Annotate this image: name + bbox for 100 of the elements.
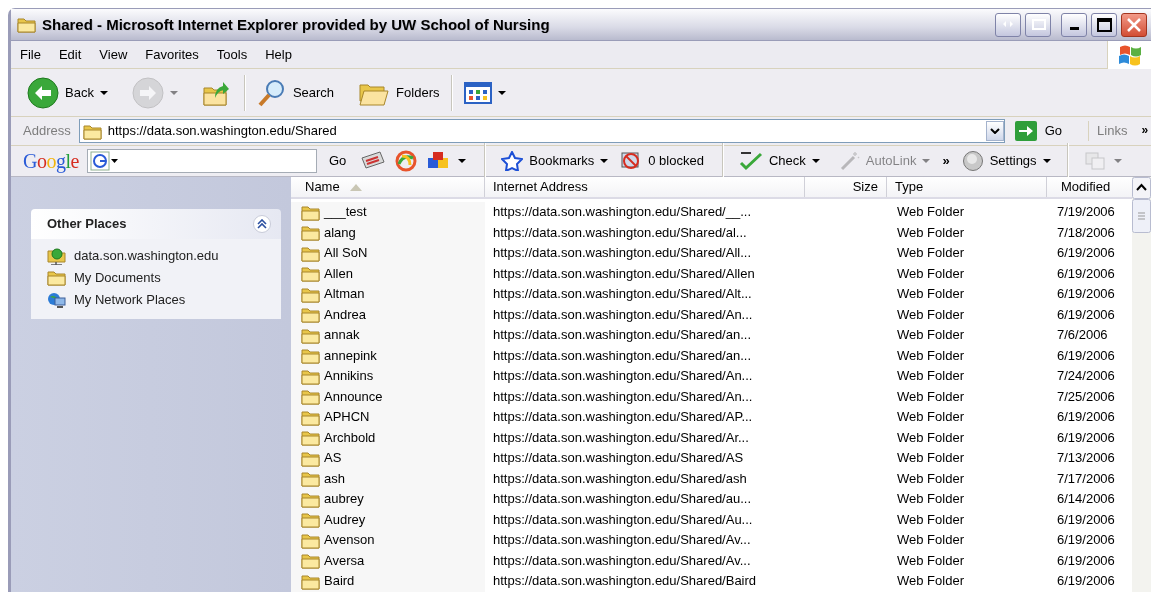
type-cell: Web Folder: [897, 511, 964, 528]
layout-button[interactable]: [1025, 12, 1051, 37]
file-name[interactable]: ash: [324, 470, 345, 487]
place-link[interactable]: My Documents: [47, 269, 271, 287]
caret-icon: [1042, 159, 1051, 163]
folder-icon: [301, 511, 320, 529]
address-cell: https://data.son.washington.edu/Shared/An...: [493, 306, 753, 323]
file-name[interactable]: Allen: [324, 265, 353, 282]
radio-circle-icon: [961, 150, 984, 172]
folder-icon: [301, 470, 320, 488]
column-header[interactable]: Size: [805, 177, 887, 197]
address-cell: https://data.son.washington.edu/Shared/Av...: [493, 552, 751, 569]
chevron-up-icon: [257, 219, 267, 229]
menu-item[interactable]: View: [90, 46, 137, 63]
search-field[interactable]: [86, 149, 317, 173]
folder-icon: [301, 203, 320, 221]
date-cell: 6/19/2006: [1057, 265, 1115, 282]
menu-item[interactable]: Edit: [49, 46, 91, 63]
date-cell: 7/6/2006: [1057, 327, 1108, 344]
swirl-icon: [394, 150, 419, 172]
layout-button[interactable]: [995, 12, 1021, 37]
maximize-button[interactable]: [1091, 12, 1117, 37]
file-name[interactable]: alang: [324, 224, 356, 241]
address-cell: https://data.son.washington.edu/Shared/al...: [493, 224, 747, 241]
menu-item[interactable]: Favorites: [136, 46, 208, 63]
column-header[interactable]: Modified: [1047, 177, 1127, 197]
type-cell: Web Folder: [897, 286, 964, 303]
minimize-button[interactable]: [1061, 12, 1087, 37]
file-name[interactable]: Altman: [324, 286, 365, 303]
date-cell: 6/19/2006: [1057, 347, 1115, 364]
folder-icon: [301, 531, 320, 549]
place-link[interactable]: My Network Places: [47, 291, 271, 309]
folder-icon: [301, 244, 320, 262]
file-name[interactable]: Baird: [324, 573, 355, 590]
bookmarks-button[interactable]: Bookmarks: [497, 149, 613, 173]
address-cell: https://data.son.washington.edu/Shared/au...: [493, 491, 751, 508]
menu-item[interactable]: Help: [256, 46, 301, 63]
address-cell: https://data.son.washington.edu/Shared/__...: [493, 204, 751, 221]
date-cell: 6/19/2006: [1057, 286, 1115, 303]
caret-icon: [922, 159, 931, 163]
menu-item[interactable]: File: [11, 46, 50, 63]
address-cell: https://data.son.washington.edu/Shared/All...: [493, 245, 751, 262]
more-button[interactable]: »: [938, 151, 954, 171]
file-name[interactable]: ___test: [324, 204, 367, 221]
type-cell: Web Folder: [897, 532, 964, 549]
folder-icon: [301, 326, 320, 344]
address-cell: https://data.son.washington.edu/Shared/Ar...: [493, 429, 749, 446]
file-name[interactable]: APHCN: [324, 409, 370, 426]
spellcheck-icon: [738, 151, 763, 171]
folder-icon: [17, 16, 36, 33]
popup-blocker-button[interactable]: 0 blocked: [616, 149, 708, 173]
file-name[interactable]: Aversa: [324, 552, 365, 569]
type-cell: Web Folder: [897, 470, 964, 487]
back-button[interactable]: Back: [23, 74, 112, 111]
collapse-button[interactable]: [253, 215, 271, 233]
date-cell: 7/18/2006: [1057, 224, 1115, 241]
date-cell: 7/13/2006: [1057, 450, 1115, 467]
close-button[interactable]: [1121, 12, 1147, 37]
settings-button[interactable]: Settings: [957, 148, 1055, 174]
file-name[interactable]: aubrey: [324, 491, 364, 508]
more-button[interactable]: »: [1141, 121, 1149, 140]
go-button[interactable]: Go: [1012, 121, 1065, 141]
type-cell: Web Folder: [897, 450, 964, 467]
address-cell: https://data.son.washington.edu/Shared/Alt...: [493, 286, 752, 303]
caret-icon: [600, 159, 609, 163]
folder-icon: [301, 490, 320, 508]
search-button[interactable]: Search: [252, 75, 339, 110]
file-name[interactable]: Andrea: [324, 306, 366, 323]
column-header[interactable]: Type: [887, 177, 1047, 197]
file-name[interactable]: AS: [324, 450, 342, 467]
star-icon: [501, 151, 524, 171]
date-cell: 6/19/2006: [1057, 306, 1115, 323]
type-cell: Web Folder: [897, 327, 964, 344]
file-name[interactable]: All SoN: [324, 245, 368, 262]
folder-icon: [301, 265, 320, 283]
file-name[interactable]: Audrey: [324, 511, 366, 528]
scrollbar[interactable]: [1132, 177, 1151, 592]
date-cell: 6/19/2006: [1057, 532, 1115, 549]
google-logo: Google: [23, 149, 79, 173]
caret-icon: [458, 159, 467, 163]
menu-item[interactable]: Tools: [207, 46, 257, 63]
type-cell: Web Folder: [897, 491, 964, 508]
date-cell: 6/19/2006: [1057, 552, 1115, 569]
date-cell: 7/24/2006: [1057, 368, 1115, 385]
grid-view-icon: [464, 80, 493, 105]
place-link[interactable]: data.son.washington.edu: [47, 247, 271, 265]
search-go-button[interactable]: Go: [324, 151, 351, 171]
caret-icon: [498, 90, 507, 95]
address-cell: https://data.son.washington.edu/Shared/AP...: [493, 409, 753, 426]
folders-button[interactable]: Folders: [354, 76, 444, 109]
type-cell: Web Folder: [897, 429, 964, 446]
column-header[interactable]: Internet Address: [485, 177, 805, 197]
column-header[interactable]: Name: [291, 177, 485, 197]
links-button[interactable]: Links: [1097, 121, 1128, 141]
type-cell: Web Folder: [897, 224, 964, 241]
file-name[interactable]: annak: [324, 327, 360, 344]
spellcheck-button[interactable]: Check: [734, 149, 824, 173]
network-computer-icon: [47, 291, 66, 309]
address-field[interactable]: https://data.son.washington.edu/Shared: [78, 119, 1005, 143]
network-folder-icon: [47, 247, 66, 265]
